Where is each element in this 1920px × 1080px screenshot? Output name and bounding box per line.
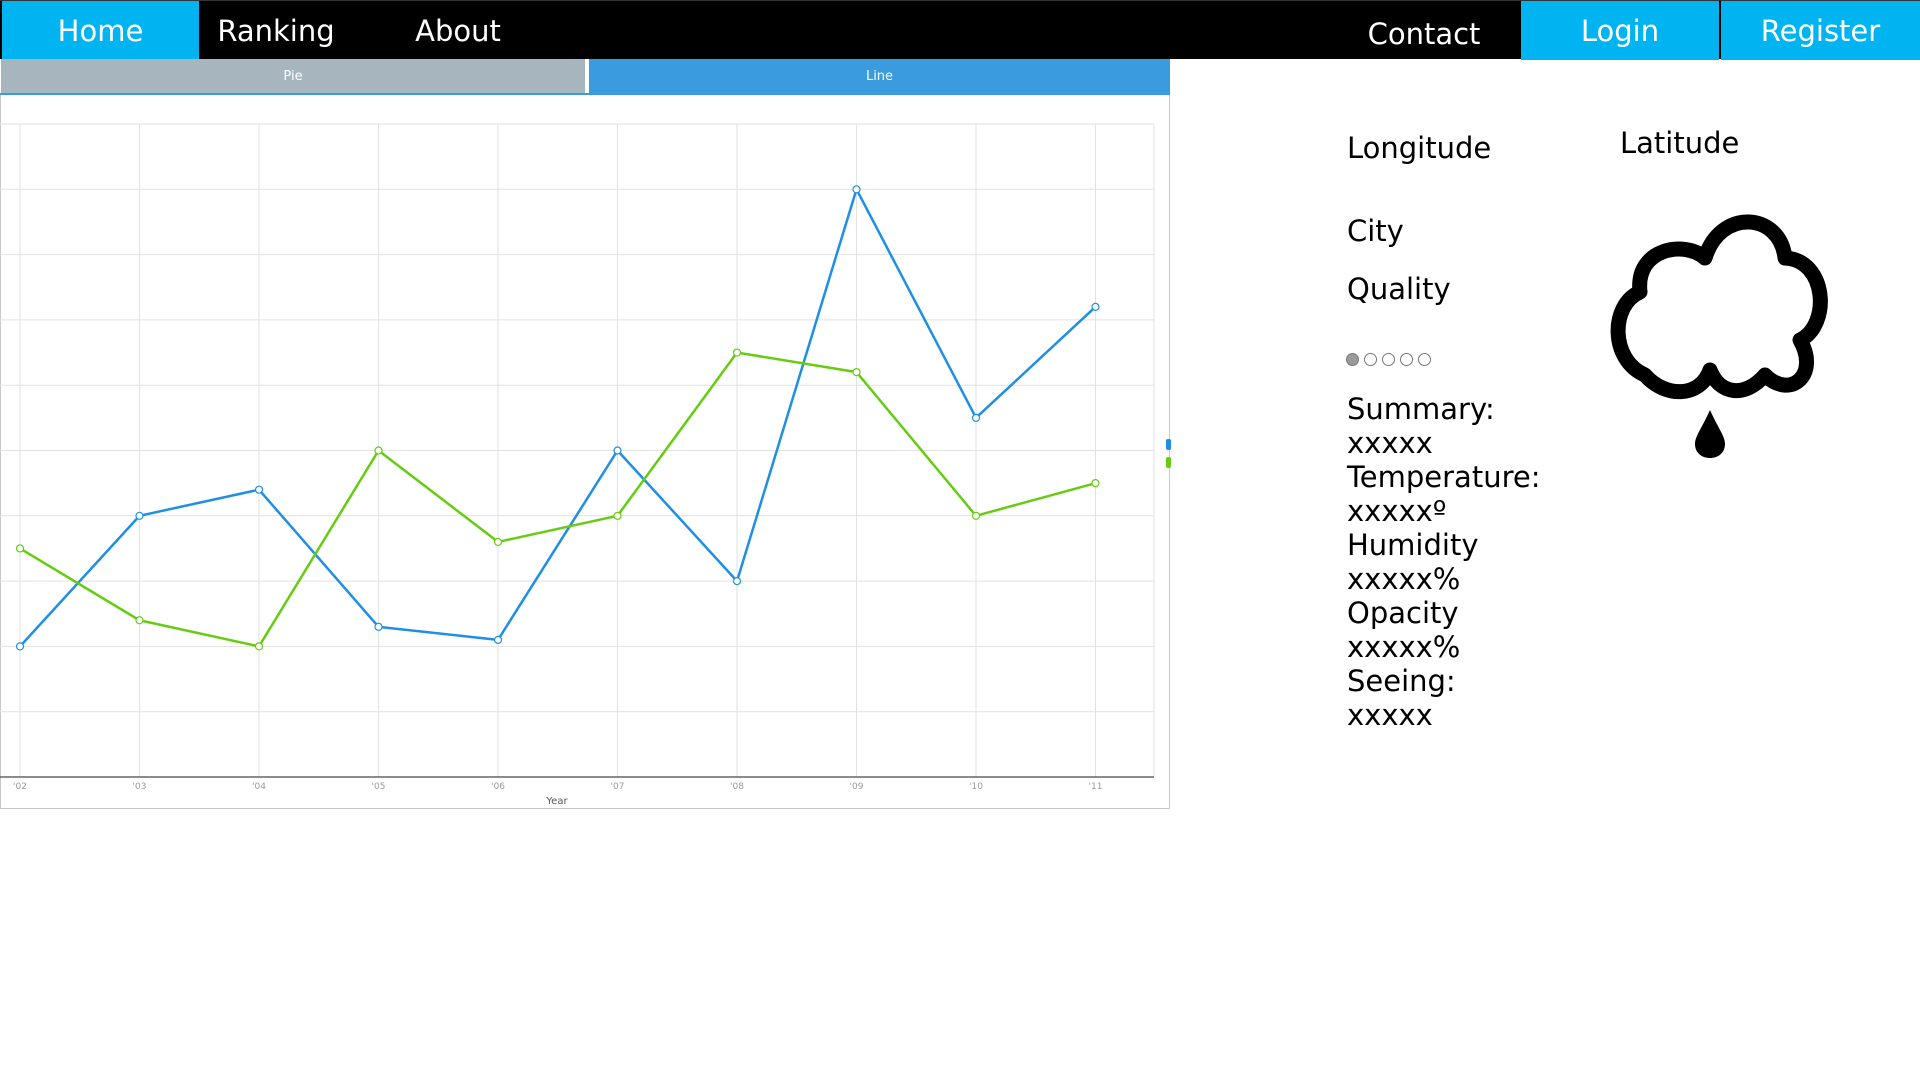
register-button[interactable]: Register [1721,1,1920,60]
tab-pie[interactable]: Pie [1,59,585,93]
x-tick-label: '08 [730,782,744,792]
seeing-label: Seeing: [1347,664,1456,698]
data-point[interactable] [254,485,264,494]
data-point[interactable] [15,544,25,553]
temperature-value: xxxxxº [1347,494,1447,528]
x-axis-label: Year [545,796,568,807]
opacity-value: xxxxx% [1347,630,1461,664]
chart-grid [0,123,1155,778]
seeing-value: xxxxx [1347,698,1433,732]
data-point[interactable] [1091,302,1100,311]
data-point[interactable] [732,577,742,586]
chart-axes: '02 '03 '04 '05 '06 '07 '08 '09 '10 '11 [0,776,1154,792]
data-point[interactable] [135,616,144,625]
nav-contact-link[interactable]: Contact [1330,1,1518,60]
rating-dot[interactable] [1418,353,1431,366]
x-tick-label: '05 [372,782,386,792]
rating-dot[interactable] [1364,353,1377,366]
x-tick-label: '03 [133,782,147,792]
data-point[interactable] [1091,479,1100,488]
data-point[interactable] [254,642,264,651]
chart-series [15,185,1100,651]
data-point[interactable] [971,511,981,520]
x-tick-label: '06 [491,782,505,792]
data-point[interactable] [493,537,503,547]
chart-type-tabs: Pie Line [0,59,1171,95]
nav-home-link[interactable]: Home [2,1,199,60]
x-tick-label: '10 [969,782,983,792]
quality-label: Quality [1347,272,1451,306]
temperature-label: Temperature: [1347,460,1541,494]
opacity-label: Opacity [1347,596,1459,630]
data-point[interactable] [613,446,622,455]
humidity-value: xxxxx% [1347,562,1461,596]
rating-dot[interactable] [1346,353,1359,366]
cloud-rain-icon [1610,214,1828,458]
weather-details: Summary: xxxxx Temperature: xxxxxº Humid… [1347,392,1540,732]
data-point[interactable] [732,348,742,357]
line-chart: '02 '03 '04 '05 '06 '07 '08 '09 '10 '11 Year [0,123,1155,807]
series-blue-handle[interactable] [1166,439,1171,450]
data-point[interactable] [493,635,503,644]
data-point[interactable] [852,185,861,194]
rating-dot[interactable] [1400,353,1413,366]
data-point[interactable] [852,368,861,377]
login-button[interactable]: Login [1521,1,1719,60]
x-tick-label: '09 [850,782,864,792]
latitude-label: Latitude [1620,126,1740,160]
summary-label: Summary: [1347,392,1495,426]
nav-ranking-link[interactable]: Ranking [201,1,351,60]
series-line[interactable] [19,188,1097,648]
x-tick-label: '02 [13,782,27,792]
longitude-label: Longitude [1347,131,1492,165]
nav-about-link[interactable]: About [380,1,536,60]
x-tick-label: '04 [252,782,266,792]
series-green-handle[interactable] [1166,457,1171,468]
x-tick-label: '11 [1089,782,1103,792]
data-point[interactable] [374,446,383,455]
data-point[interactable] [15,642,25,651]
humidity-label: Humidity [1347,528,1479,562]
rating-dot[interactable] [1382,353,1395,366]
data-point[interactable] [971,413,981,422]
city-label: City [1347,214,1404,248]
data-point[interactable] [374,622,383,631]
data-point[interactable] [135,511,144,520]
quality-rating [1346,353,1431,366]
x-tick-label: '07 [611,782,625,792]
tab-line[interactable]: Line [589,59,1170,93]
summary-value: xxxxx [1347,426,1433,460]
series-line[interactable] [19,351,1096,648]
top-navbar: Home Ranking About Contact Login Registe… [0,0,1920,60]
data-point[interactable] [613,511,622,520]
